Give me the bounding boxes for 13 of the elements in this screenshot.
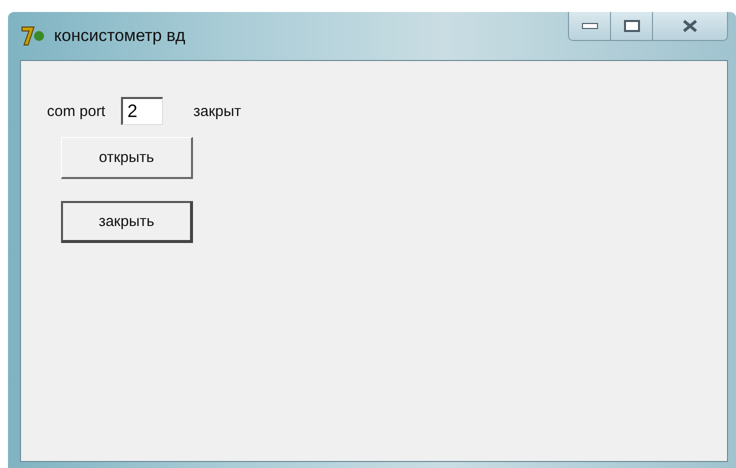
open-button[interactable]: открыть [61, 137, 193, 179]
port-label: com port [47, 102, 106, 120]
maximize-icon [624, 20, 640, 32]
close-icon [681, 19, 699, 33]
port-status: закрыт [193, 102, 242, 120]
close-button[interactable] [653, 12, 727, 40]
minimize-icon [582, 23, 598, 29]
window-title: консистометр вд [54, 26, 186, 46]
app-icon [20, 24, 46, 48]
maximize-button[interactable] [611, 12, 653, 40]
minimize-button[interactable] [569, 12, 611, 40]
close-port-button[interactable]: закрыть [61, 201, 193, 243]
port-field[interactable]: 2 [121, 97, 164, 125]
